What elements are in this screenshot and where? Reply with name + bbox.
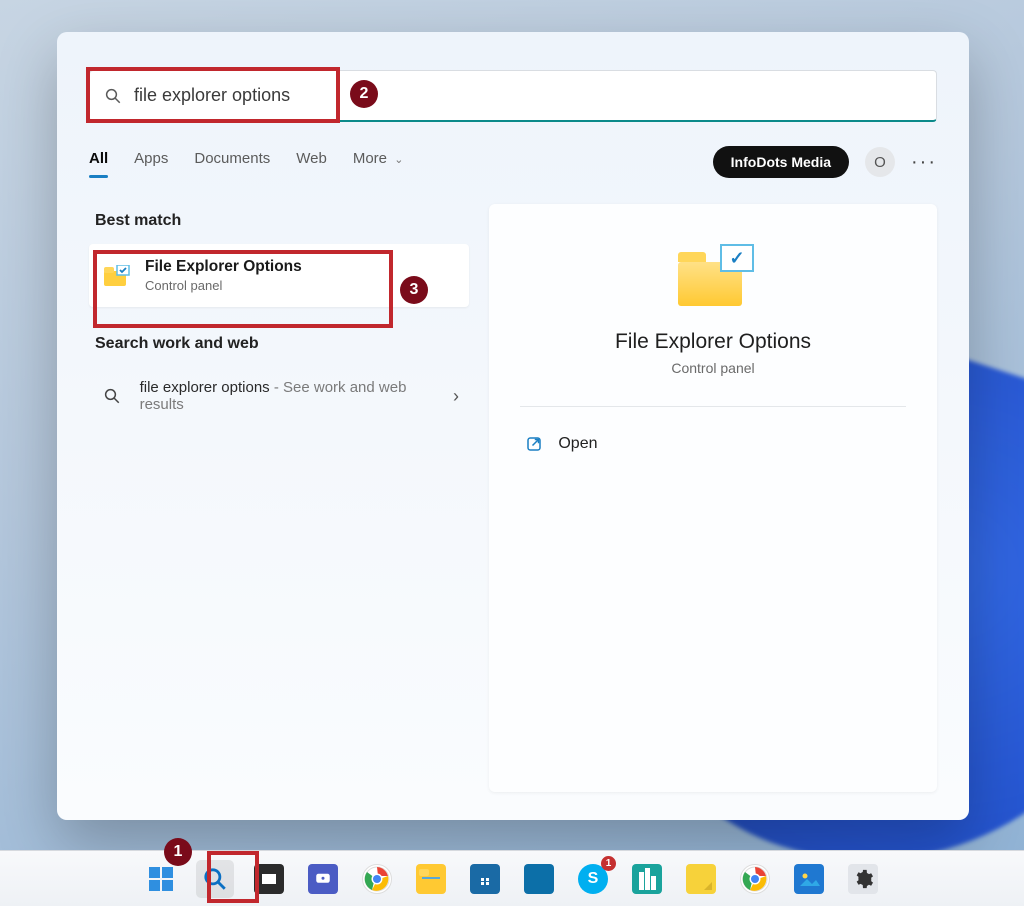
tab-more-label: More [353,150,387,167]
monitor-icon [524,864,554,894]
annotation-badge-3: 3 [400,276,428,304]
taskbar-chat-button[interactable] [304,860,342,898]
taskbar-chrome-button[interactable] [358,860,396,898]
divider [520,406,905,407]
preview-title: File Explorer Options [615,330,811,354]
open-action[interactable]: Open [520,425,905,463]
result-preview-pane: ✓ File Explorer Options Control panel Op… [489,204,937,792]
taskbar-settings-button[interactable] [844,860,882,898]
taskbar: S 1 [0,850,1024,906]
chevron-right-icon: › [453,386,459,407]
account-pill[interactable]: InfoDots Media [713,146,849,178]
gear-icon [848,864,878,894]
search-input-wrapper[interactable] [89,70,937,122]
taskbar-store-button[interactable] [466,860,504,898]
taskbar-skype-button[interactable]: S 1 [574,860,612,898]
chrome-icon [740,864,770,894]
search-input[interactable] [134,85,922,106]
web-result-item[interactable]: file explorer options - See work and web… [89,367,469,425]
search-icon [200,864,230,894]
tab-all[interactable]: All [89,150,108,175]
tab-more[interactable]: More ⌄ [353,150,404,175]
tab-apps[interactable]: Apps [134,150,168,175]
photos-icon [794,864,824,894]
tab-documents[interactable]: Documents [194,150,270,175]
start-search-panel: All Apps Documents Web More ⌄ InfoDots M… [57,32,969,820]
chevron-down-icon: ⌄ [394,154,403,166]
open-icon [524,435,544,453]
tab-web[interactable]: Web [296,150,327,175]
notification-badge: 1 [601,856,616,871]
task-view-icon [254,864,284,894]
annotation-badge-1: 1 [164,838,192,866]
web-result-text: file explorer options - See work and web… [140,379,439,413]
taskbar-chrome-button-2[interactable] [736,860,774,898]
windows-logo-icon [146,864,176,894]
preview-subtitle: Control panel [671,360,754,376]
section-work-web: Search work and web [95,335,463,353]
taskbar-monitor-button[interactable] [520,860,558,898]
taskbar-notes-button[interactable] [682,860,720,898]
search-tabs: All Apps Documents Web More ⌄ InfoDots M… [89,146,937,178]
search-icon [104,87,122,105]
taskbar-taskview-button[interactable] [250,860,288,898]
folder-options-icon [103,265,131,287]
sticky-notes-icon [686,864,716,894]
taskbar-building-app-button[interactable] [628,860,666,898]
search-row [89,70,937,122]
file-explorer-icon [416,864,446,894]
taskbar-explorer-button[interactable] [412,860,450,898]
web-result-query: file explorer options [140,379,270,396]
best-match-title: File Explorer Options [145,258,302,276]
preview-app-icon: ✓ [678,250,748,306]
chrome-icon [362,864,392,894]
account-avatar[interactable]: O [865,147,895,177]
taskbar-photos-button[interactable] [790,860,828,898]
best-match-subtitle: Control panel [145,278,302,293]
building-icon [632,864,662,894]
search-icon [99,387,126,405]
microsoft-store-icon [470,864,500,894]
taskbar-search-button[interactable] [196,860,234,898]
open-label: Open [558,435,597,453]
more-options-button[interactable]: ··· [911,151,937,174]
annotation-badge-2: 2 [350,80,378,108]
section-best-match: Best match [95,212,463,230]
chat-icon [308,864,338,894]
